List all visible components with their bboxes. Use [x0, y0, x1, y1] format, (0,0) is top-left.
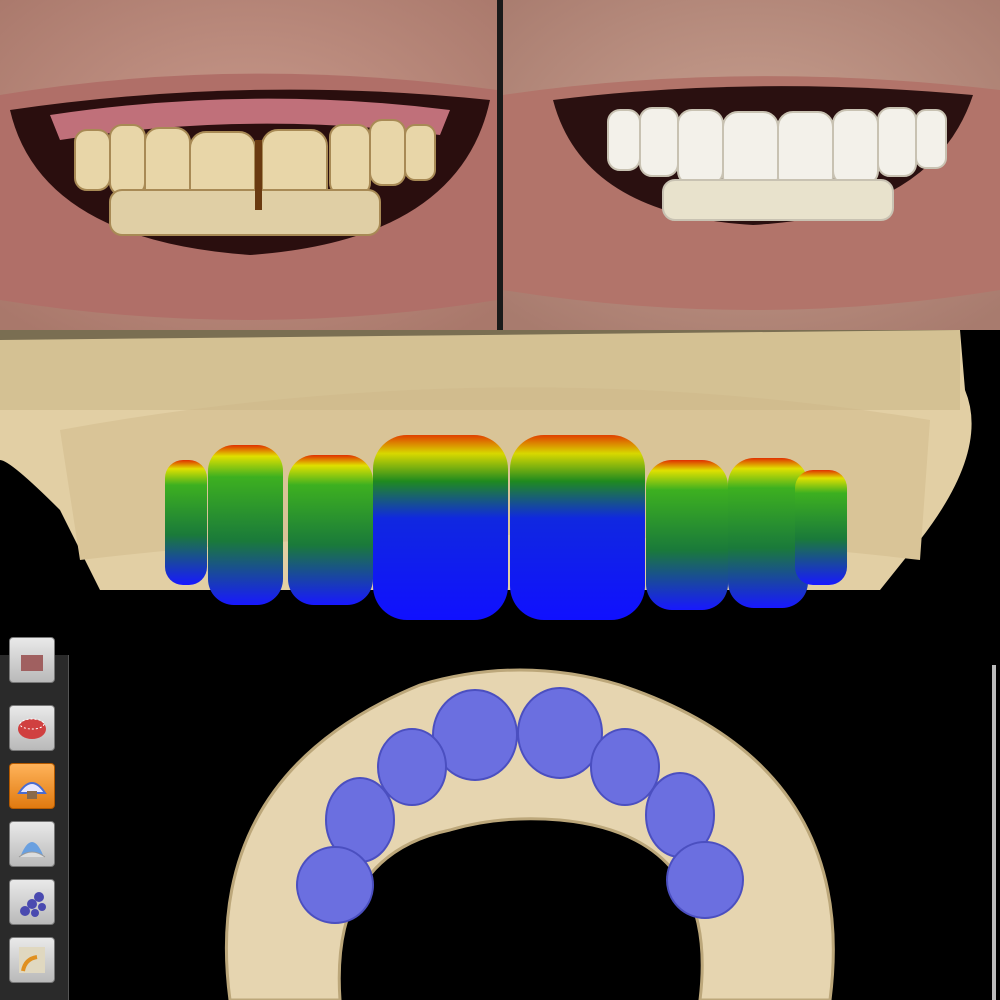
before-smile-photo — [0, 0, 497, 330]
tooth-library-icon[interactable] — [9, 879, 55, 925]
margin-icon[interactable] — [9, 705, 55, 751]
restoration-design-icon[interactable] — [9, 763, 55, 809]
shape-icon[interactable] — [9, 821, 55, 867]
occlusal-3d-arch-view[interactable] — [0, 655, 1000, 1000]
connector-icon[interactable] — [9, 937, 55, 983]
cad-toolbar — [0, 637, 69, 1000]
scrollbar[interactable] — [992, 665, 996, 1000]
model-icon[interactable] — [9, 637, 55, 683]
front-3d-veneer-view[interactable] — [0, 330, 1000, 655]
after-smile-photo — [503, 0, 1000, 330]
